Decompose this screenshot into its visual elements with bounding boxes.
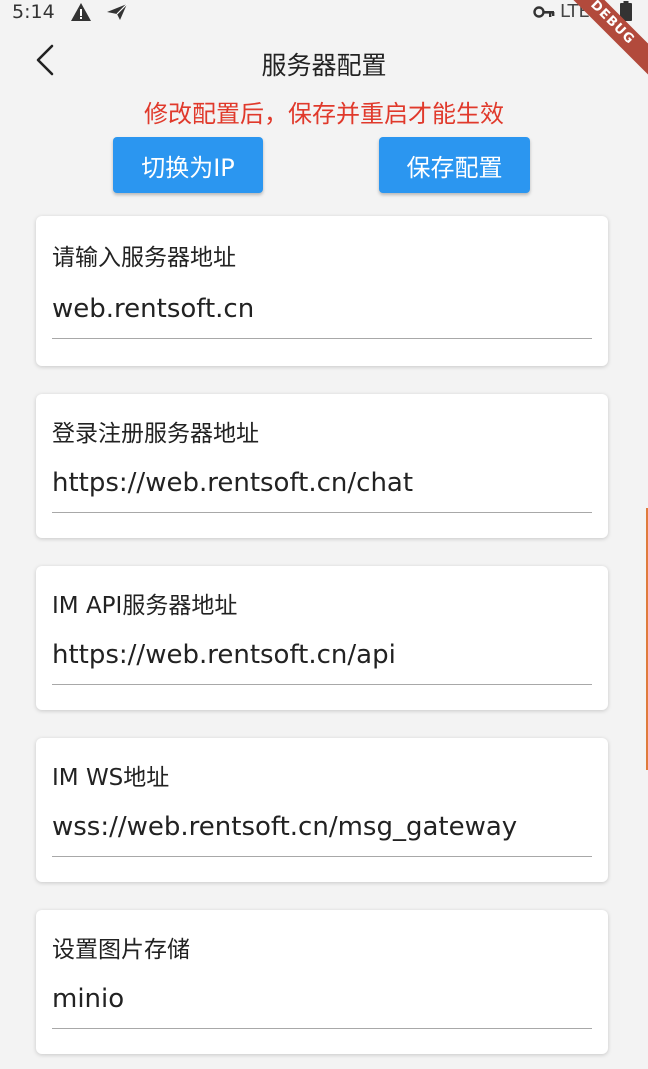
im-ws-label: IM WS地址: [52, 765, 170, 791]
im-api-label: IM API服务器地址: [52, 593, 238, 619]
image-storage-input[interactable]: minio: [52, 984, 592, 1029]
server-address-label: 请输入服务器地址: [52, 245, 236, 271]
switch-to-ip-button[interactable]: 切换为IP: [113, 137, 263, 193]
server-address-card: 请输入服务器地址 web.rentsoft.cn: [36, 216, 608, 366]
auth-server-card: 登录注册服务器地址 https://web.rentsoft.cn/chat: [36, 394, 608, 538]
server-address-input[interactable]: web.rentsoft.cn: [52, 294, 592, 339]
auth-server-input[interactable]: https://web.rentsoft.cn/chat: [52, 468, 592, 513]
page-title: 服务器配置: [261, 51, 387, 80]
app-bar: 服务器配置: [0, 26, 648, 92]
key-icon: [533, 6, 555, 18]
im-ws-card: IM WS地址 wss://web.rentsoft.cn/msg_gatewa…: [36, 738, 608, 882]
auth-server-label: 登录注册服务器地址: [52, 421, 259, 447]
send-icon: [107, 3, 128, 20]
status-bar: 5:14 LTE: [0, 0, 648, 26]
im-api-card: IM API服务器地址 https://web.rentsoft.cn/api: [36, 566, 608, 710]
image-storage-label: 设置图片存储: [52, 937, 190, 963]
save-config-button[interactable]: 保存配置: [379, 137, 530, 193]
im-api-input[interactable]: https://web.rentsoft.cn/api: [52, 640, 592, 685]
status-time: 5:14: [12, 1, 55, 23]
restart-notice: 修改配置后，保存并重启才能生效: [144, 100, 504, 128]
server-config-screen: 5:14 LTE DEBUG 服务器配置 修改配置后，保存并重启才能生效 切换为…: [0, 0, 648, 1069]
im-ws-input[interactable]: wss://web.rentsoft.cn/msg_gateway: [52, 812, 592, 857]
image-storage-card: 设置图片存储 minio: [36, 910, 608, 1054]
warning-icon: [71, 3, 91, 21]
